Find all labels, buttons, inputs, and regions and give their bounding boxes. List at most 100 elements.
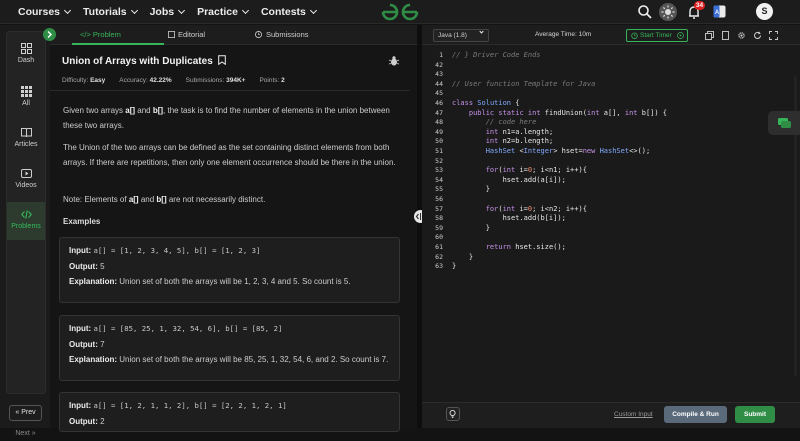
start-timer-button[interactable]: Start Timer [626,29,688,42]
example-box: Input: a[] = [1, 2, 1, 1, 2], b[] = [2, … [59,392,400,432]
code-line: int n2=b.length; [485,137,554,146]
code-line: public static int findUnion(int a[], int… [468,108,668,117]
compile-run-button[interactable]: Compile & Run [664,406,727,423]
difficulty: Difficulty: Easy [62,77,106,84]
avatar[interactable]: S [756,3,773,20]
gear-icon[interactable] [737,31,746,40]
code-editor[interactable]: 1 42 43 44 45 46 47 48 49 50 51 52 53 54 55 56 57 58 59 60 6… [422,46,800,426]
line-number: 1 [439,51,443,59]
site-logo[interactable] [380,3,420,21]
nav-jobs[interactable]: Jobs [150,6,186,18]
sidebar-item-label: Videos [15,182,37,189]
chevron-right-icon [47,31,52,38]
sidebar-item-all[interactable]: All [7,79,45,117]
line-number: 51 [435,147,443,155]
chevron-down-icon [130,6,138,15]
code-line: } [452,223,490,232]
line-number: 60 [435,233,443,242]
sidebar-item-articles[interactable]: Articles [7,120,45,158]
timer-icon [631,32,638,39]
theme-toggle-icon[interactable] [659,3,677,21]
line-number: 55 [435,185,443,194]
line-number: 62 [435,252,443,261]
nav-contests[interactable]: Contests [261,6,317,18]
sidebar-item-dash[interactable]: Dash [7,36,45,74]
hint-button[interactable] [446,407,460,421]
editor-panel: Java (1.8) Average Time: 10m Start Timer… [422,25,800,428]
chevron-down-icon [178,6,186,15]
code-line: } [452,262,457,271]
top-navbar: Courses Tutorials Jobs Practice Contests… [0,0,800,24]
line-number: 42 [435,60,443,69]
example-box: Input: a[] = [85, 25, 1, 32, 54, 6], b[]… [59,315,400,381]
document-icon [168,31,175,38]
nav-courses[interactable]: Courses [18,6,72,18]
average-time: Average Time: 10m [535,31,592,38]
code-line: hset.add(a[i]); [452,175,566,184]
report-bug-icon[interactable] [388,55,400,67]
line-number: 59 [435,223,443,232]
translate-icon[interactable]: A [713,5,726,18]
language-select[interactable]: Java (1.8) [433,29,489,42]
apps-icon [21,86,32,97]
problem-meta: Difficulty: Easy Accuracy: 42.22% Submis… [62,77,285,84]
editor-toolbar: Java (1.8) Average Time: 10m Start Timer [422,25,800,45]
chat-icon [778,118,791,128]
chat-float-button[interactable] [768,111,800,135]
accuracy: Accuracy: 42.22% [119,77,172,84]
sidebar-item-label: Dash [17,57,35,64]
tab-problem[interactable]: </> Problem [72,25,164,45]
code-line: for(int i=0; i<n1; i++){ [485,166,587,175]
chevron-down-icon [241,6,250,15]
divider [50,90,410,91]
prev-problem-button[interactable]: « Prev [9,405,42,421]
line-number: 63 [435,262,443,271]
sidebar-item-videos[interactable]: Videos [7,161,45,199]
line-number: 48 [435,118,443,127]
submit-button[interactable]: Submit [735,406,775,423]
chevron-down-icon [479,29,484,34]
play-icon [677,32,684,39]
nav-tutorials[interactable]: Tutorials [83,6,138,18]
chevron-down-icon [309,6,317,15]
page-title: Union of Arrays with Duplicates [62,55,226,67]
sidebar-nav: Dash All Articles Videos Problems [6,31,46,394]
line-number: 47 [435,108,443,117]
line-number: 49 [435,127,443,136]
code-icon [21,210,32,219]
line-number: 43 [435,70,443,79]
line-number: 61 [435,243,443,251]
problem-tabs: </> Problem Editorial Submissions [43,25,417,45]
tab-editorial[interactable]: Editorial [168,25,205,45]
search-icon[interactable] [637,4,653,20]
example-input: Input: a[] = [1, 2, 1, 1, 2], b[] = [2, … [69,401,287,410]
tab-submissions[interactable]: Submissions [255,25,309,45]
copy-icon[interactable] [705,31,714,40]
example-input: Input: a[] = [85, 25, 1, 32, 54, 6], b[]… [69,324,283,333]
code-line: return hset.size(); [485,243,566,251]
reset-icon[interactable] [753,31,762,40]
nav-links: Courses Tutorials Jobs Practice Contests [18,0,317,24]
example-input: Input: a[] = [1, 2, 3, 4, 5], b[] = [1, … [69,246,261,255]
book-icon [21,128,32,138]
expand-sidebar-button[interactable] [43,28,56,41]
example-explanation: Explanation: Union set of both the array… [69,355,389,364]
line-number: 53 [435,166,443,175]
code-line: for(int i=0; i<n2; i++){ [485,204,587,213]
nav-practice[interactable]: Practice [197,6,250,18]
bookmark-icon[interactable] [217,55,226,66]
fullscreen-icon[interactable] [769,31,778,40]
sidebar-item-label: Articles [14,141,38,148]
document-icon[interactable] [721,31,730,40]
left-sidebar: Dash All Articles Videos Problems « Prev… [0,25,50,437]
problem-note: Note: Elements of a[] and b[] are not ne… [63,195,266,204]
custom-input-link[interactable]: Custom Input [614,411,653,418]
code-line: // } Driver Code Ends [452,51,541,59]
code-line: class Solution { [452,99,520,107]
code-line: // User function Template for Java [452,79,596,88]
line-number: 57 [435,204,443,213]
next-problem-button[interactable]: Next » [9,427,42,441]
sidebar-item-problems[interactable]: Problems [7,202,45,240]
code-line: } [452,252,474,261]
example-output: Output: 2 [69,416,105,426]
